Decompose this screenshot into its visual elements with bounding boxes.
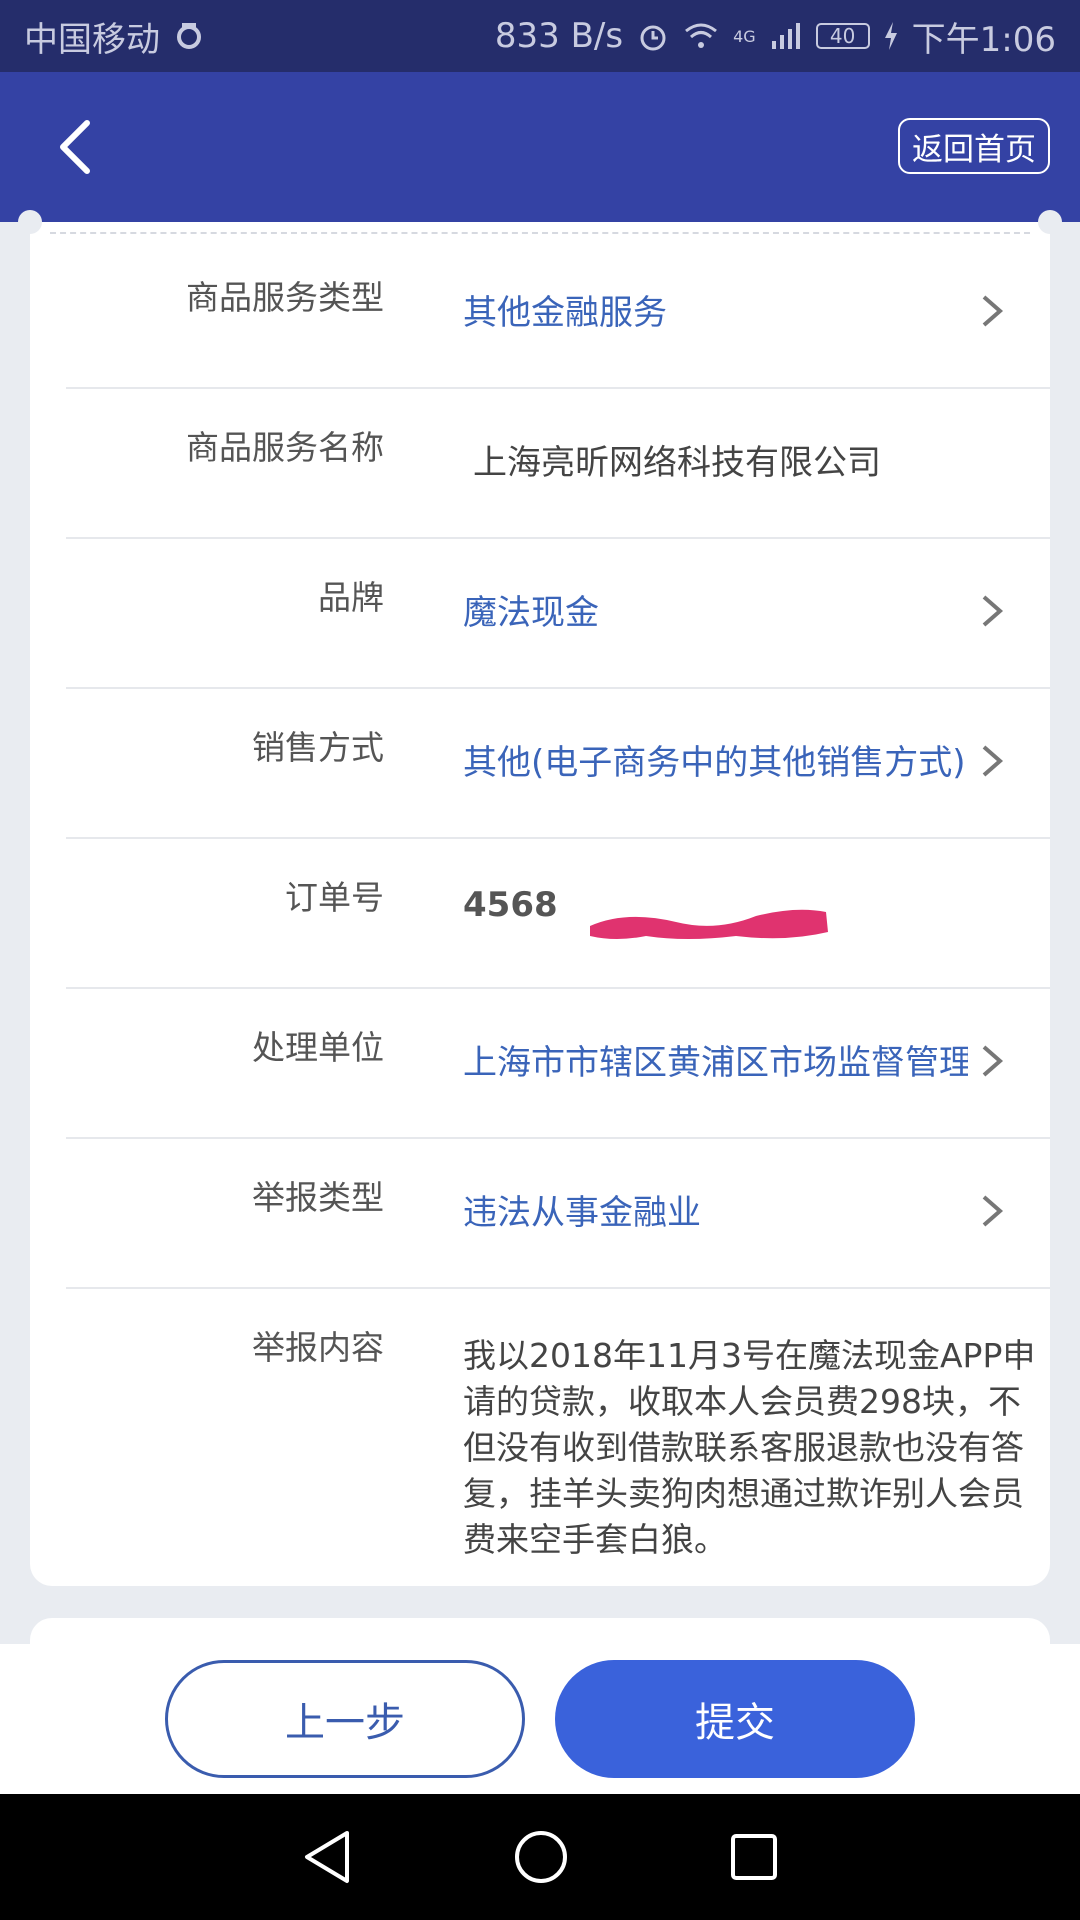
signal-icon [770, 21, 802, 51]
field-label: 商品服务类型 [186, 278, 384, 317]
chevron-left-icon [60, 120, 90, 174]
card-notch-right [1038, 210, 1062, 234]
field-label: 举报类型 [252, 1178, 384, 1217]
row-goods-service-name: 商品服务名称 上海亮昕网络科技有限公司 [66, 387, 1050, 539]
row-brand[interactable]: 品牌 魔法现金 [66, 537, 1050, 689]
return-home-button[interactable]: 返回首页 [898, 118, 1050, 174]
field-value: 违法从事金融业 [463, 1193, 701, 1233]
row-report-type[interactable]: 举报类型 违法从事金融业 [66, 1137, 1050, 1289]
field-label: 销售方式 [252, 728, 384, 767]
field-value: 其他(电子商务中的其他销售方式) [463, 743, 966, 783]
submit-button[interactable]: 提交 [555, 1660, 915, 1778]
clock: 下午1:06 [911, 19, 1056, 60]
triangle-back-icon[interactable] [301, 1829, 353, 1885]
charging-icon [884, 22, 898, 50]
row-order-number: 订单号 4568 [66, 837, 1050, 989]
chevron-right-icon [982, 595, 1004, 627]
chevron-right-icon [982, 295, 1004, 327]
battery-level: 40 [829, 24, 856, 48]
circle-home-icon[interactable] [513, 1829, 569, 1885]
back-button[interactable] [40, 112, 110, 182]
carrier-name: 中国移动 [24, 19, 160, 60]
action-bar: 上一步 提交 [0, 1644, 1080, 1794]
card-divider [50, 232, 1030, 234]
field-label: 处理单位 [252, 1028, 384, 1067]
field-value: 上海市市辖区黄浦区市场监督管理 [463, 1043, 968, 1083]
network-type: 4G [733, 26, 756, 46]
row-goods-service-type[interactable]: 商品服务类型 其他金融服务 [66, 237, 1050, 389]
square-recent-icon[interactable] [729, 1832, 779, 1882]
complaint-summary-card: 商品服务类型 其他金融服务 商品服务名称 上海亮昕网络科技有限公司 品牌 魔法现… [18, 210, 1062, 1586]
card-notch-left [18, 210, 42, 234]
notification-icon [174, 21, 204, 51]
alarm-icon [637, 20, 669, 52]
status-bar: 中国移动 833 B/s 4G 40 下午1:06 [0, 0, 1080, 72]
field-label: 举报内容 [252, 1328, 384, 1367]
chevron-right-icon [982, 1195, 1004, 1227]
row-sales-method[interactable]: 销售方式 其他(电子商务中的其他销售方式) [66, 687, 1050, 839]
field-label: 订单号 [285, 878, 384, 917]
redaction-mark [590, 909, 828, 939]
field-label: 商品服务名称 [186, 428, 384, 467]
row-handling-unit[interactable]: 处理单位 上海市市辖区黄浦区市场监督管理 [66, 987, 1050, 1139]
battery-icon: 40 [815, 23, 870, 49]
field-value: 其他金融服务 [463, 293, 667, 333]
net-speed: 833 B/s [494, 16, 624, 56]
field-label: 品牌 [318, 578, 384, 617]
chevron-right-icon [982, 1045, 1004, 1077]
row-report-content: 举报内容 我以2018年11月3号在魔法现金APP申请的贷款，收取本人会员费29… [66, 1287, 1050, 1577]
field-value: 上海亮昕网络科技有限公司 [473, 443, 881, 483]
system-nav-bar [0, 1794, 1080, 1920]
chevron-right-icon [982, 745, 1004, 777]
report-content-text: 我以2018年11月3号在魔法现金APP申请的贷款，收取本人会员费298块，不但… [463, 1336, 1036, 1559]
previous-step-button[interactable]: 上一步 [165, 1660, 525, 1778]
field-value: 魔法现金 [463, 593, 599, 633]
app-header: 返回首页 [0, 72, 1080, 222]
wifi-icon [683, 21, 719, 51]
